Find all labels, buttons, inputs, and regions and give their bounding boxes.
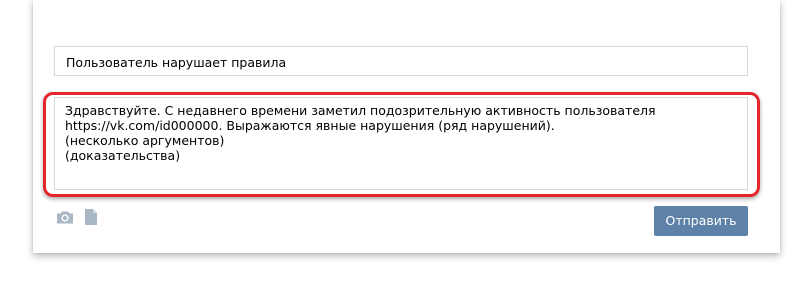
subject-input[interactable]: Пользователь нарушает правила: [54, 46, 748, 76]
send-button[interactable]: Отправить: [654, 206, 748, 236]
document-icon[interactable]: [84, 208, 98, 226]
camera-icon[interactable]: [56, 208, 74, 226]
message-textarea[interactable]: Здравствуйте. С недавнего времени замети…: [54, 97, 748, 190]
message-line: (доказательства): [65, 148, 181, 163]
message-line: https://vk.com/id000000. Выражаются явны…: [65, 118, 555, 133]
message-line: Здравствуйте. С недавнего времени замети…: [65, 103, 656, 118]
message-line: (несколько аргументов): [65, 133, 225, 148]
